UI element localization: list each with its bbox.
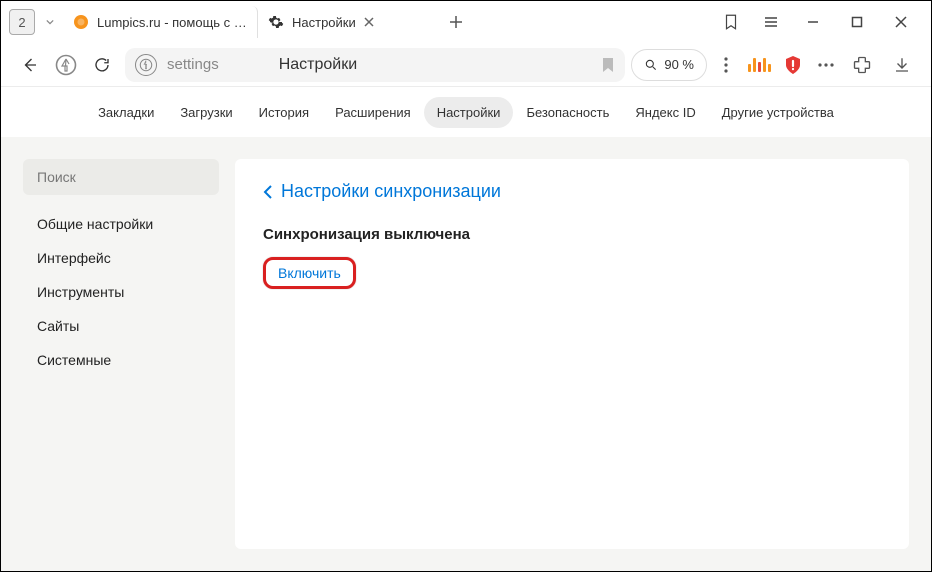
tab-bar: 2 Lumpics.ru - помощь с ком Настройки <box>1 1 931 43</box>
breadcrumb-back[interactable]: Настройки синхронизации <box>263 181 881 202</box>
window-controls <box>711 2 923 42</box>
window-close[interactable] <box>879 2 923 42</box>
back-button[interactable] <box>13 48 47 82</box>
adblock-icon[interactable] <box>779 51 807 79</box>
extensions-icon[interactable] <box>845 48 879 82</box>
reload-button[interactable] <box>85 48 119 82</box>
site-icon <box>135 54 157 76</box>
settings-tab-extensions[interactable]: Расширения <box>322 97 424 128</box>
address-field[interactable]: settings Настройки <box>125 48 625 82</box>
tab-close-icon[interactable] <box>364 17 374 27</box>
new-tab-button[interactable] <box>442 8 470 36</box>
settings-main-panel: Настройки синхронизации Синхронизация вы… <box>235 159 909 549</box>
breadcrumb-title: Настройки синхронизации <box>281 181 501 202</box>
tab-favicon-lumpics <box>73 14 89 30</box>
tab-lumpics[interactable]: Lumpics.ru - помощь с ком <box>63 6 258 38</box>
sync-status-title: Синхронизация выключена <box>263 226 881 243</box>
magnifier-icon <box>644 58 658 72</box>
tab-counter[interactable]: 2 <box>9 9 35 35</box>
settings-tab-downloads[interactable]: Загрузки <box>167 97 245 128</box>
settings-search-input[interactable]: Поиск <box>23 159 219 195</box>
sidebar-item-interface[interactable]: Интерфейс <box>23 241 219 275</box>
zoom-indicator[interactable]: 90 % <box>631 49 707 81</box>
sidebar-item-tools[interactable]: Инструменты <box>23 275 219 309</box>
settings-tab-settings[interactable]: Настройки <box>424 97 514 128</box>
readinglist-icon[interactable] <box>711 2 751 42</box>
settings-tab-otherdevices[interactable]: Другие устройства <box>709 97 847 128</box>
settings-tab-history[interactable]: История <box>246 97 322 128</box>
gear-icon <box>268 14 284 30</box>
address-bar: settings Настройки 90 % <box>1 43 931 87</box>
settings-content: Поиск Общие настройки Интерфейс Инструме… <box>1 137 931 571</box>
kebab-menu[interactable] <box>713 48 739 82</box>
address-path: settings <box>167 56 219 73</box>
bookmark-icon[interactable] <box>601 57 615 73</box>
settings-tab-bookmarks[interactable]: Закладки <box>85 97 167 128</box>
sync-enable-button[interactable]: Включить <box>263 257 356 289</box>
address-title: Настройки <box>279 56 357 74</box>
alice-icon[interactable] <box>745 51 773 79</box>
downloads-icon[interactable] <box>885 48 919 82</box>
menu-icon[interactable] <box>751 2 791 42</box>
settings-tabs: Закладки Загрузки История Расширения Нас… <box>1 87 931 137</box>
settings-tab-security[interactable]: Безопасность <box>513 97 622 128</box>
settings-sidebar: Поиск Общие настройки Интерфейс Инструме… <box>23 159 219 549</box>
more-dots[interactable] <box>813 48 839 82</box>
settings-tab-yandexid[interactable]: Яндекс ID <box>622 97 708 128</box>
sidebar-item-system[interactable]: Системные <box>23 343 219 377</box>
window-maximize[interactable] <box>835 2 879 42</box>
tab-counter-chevron[interactable] <box>43 18 57 26</box>
chevron-left-icon <box>263 185 273 199</box>
zoom-value: 90 % <box>664 57 694 72</box>
tab-title: Lumpics.ru - помощь с ком <box>97 15 247 30</box>
yandex-icon[interactable] <box>53 48 79 82</box>
window-minimize[interactable] <box>791 2 835 42</box>
tab-settings[interactable]: Настройки <box>258 6 438 38</box>
tab-title: Настройки <box>292 15 356 30</box>
sidebar-item-general[interactable]: Общие настройки <box>23 207 219 241</box>
sidebar-item-sites[interactable]: Сайты <box>23 309 219 343</box>
